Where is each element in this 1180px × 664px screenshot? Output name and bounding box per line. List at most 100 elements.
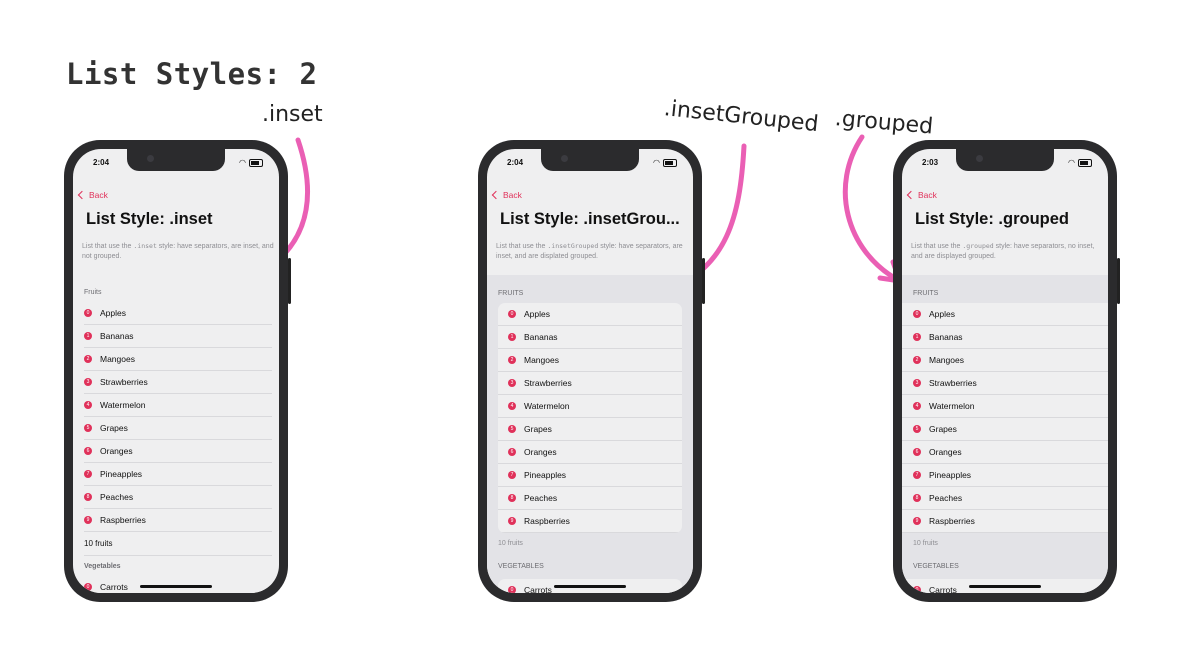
list-item[interactable]: 7 Pineapples — [902, 464, 1108, 487]
list-item[interactable]: 3 Strawberries — [498, 372, 682, 395]
chevron-left-icon — [906, 190, 916, 200]
number-badge-icon: 4 — [508, 402, 516, 410]
list-item[interactable]: 0 Apples — [498, 303, 682, 326]
status-icons: ◠ — [239, 158, 263, 167]
list-item[interactable]: 1 Bananas — [498, 326, 682, 349]
list-item[interactable]: 2 Mangoes — [902, 349, 1108, 372]
screen: 2:04 ◠ Back List Style: .inset List that… — [73, 149, 279, 593]
arrow-grouped — [842, 134, 901, 283]
number-badge-icon: 2 — [913, 356, 921, 364]
list-item-label: Mangoes — [100, 354, 135, 364]
status-icons: ◠ — [1068, 158, 1092, 167]
list-item[interactable]: 6 Oranges — [84, 440, 272, 463]
number-badge-icon: 3 — [84, 378, 92, 386]
side-button — [288, 258, 291, 304]
number-badge-icon: 4 — [913, 402, 921, 410]
section-header-vegetables: VEGETABLES — [498, 562, 544, 570]
number-badge-icon: 9 — [913, 517, 921, 525]
list-item[interactable]: 3 Strawberries — [902, 372, 1108, 395]
list-item[interactable]: 4 Watermelon — [902, 395, 1108, 418]
description: List that use the .insetGrouped style: h… — [496, 242, 683, 260]
number-badge-icon: 8 — [913, 494, 921, 502]
list-item[interactable]: 1 Bananas — [84, 325, 272, 348]
list-item[interactable]: 9 Raspberries — [902, 510, 1108, 533]
back-button[interactable]: Back — [491, 190, 522, 200]
list: FRUITS 0 Apples 1 Bananas 2 Mangoes 3 Strawberr… — [902, 275, 1108, 593]
section-header-fruits: FRUITS — [498, 289, 524, 297]
list-item[interactable]: 9 Raspberries — [498, 510, 682, 533]
notch — [127, 149, 225, 171]
list-item[interactable]: 3 Strawberries — [84, 371, 272, 394]
list-item[interactable]: 8 Peaches — [84, 486, 272, 509]
list-item[interactable]: 6 Oranges — [902, 441, 1108, 464]
number-badge-icon: 8 — [84, 493, 92, 501]
list-item[interactable]: 5 Grapes — [498, 418, 682, 441]
list-item-label: Bananas — [929, 332, 963, 342]
number-badge-icon: 1 — [913, 333, 921, 341]
notch — [956, 149, 1054, 171]
status-time: 2:03 — [922, 158, 939, 167]
chevron-left-icon — [77, 190, 87, 200]
side-button — [1117, 258, 1120, 304]
list: FRUITS 0 Apples 1 Bananas 2 Mangoes 3 Strawberr… — [487, 275, 693, 593]
list-item-label: Mangoes — [929, 355, 964, 365]
list-item[interactable]: 4 Watermelon — [84, 394, 272, 417]
number-badge-icon: 7 — [913, 471, 921, 479]
battery-icon — [249, 158, 263, 167]
chevron-left-icon — [491, 190, 501, 200]
list-item[interactable]: 9 Raspberries — [84, 509, 272, 532]
list-item[interactable]: 6 Oranges — [498, 441, 682, 464]
list-item-label: Grapes — [524, 424, 552, 434]
list-item[interactable]: 8 Peaches — [902, 487, 1108, 510]
list-item-label: Pineapples — [100, 469, 143, 479]
number-badge-icon: 5 — [508, 425, 516, 433]
number-badge-icon: 6 — [508, 448, 516, 456]
side-button — [702, 258, 705, 304]
number-badge-icon: 8 — [508, 494, 516, 502]
number-badge-icon: 1 — [84, 332, 92, 340]
list-item[interactable]: 0 Apples — [84, 302, 272, 325]
fruits-footer: 10 fruits — [913, 539, 938, 547]
camera — [976, 155, 983, 162]
back-label: Back — [89, 190, 108, 200]
description: List that use the .inset style: have sep… — [82, 242, 274, 260]
number-badge-icon: 2 — [508, 356, 516, 364]
list-item-label: Raspberries — [100, 515, 146, 525]
number-badge-icon: 9 — [84, 516, 92, 524]
list-item[interactable]: 2 Mangoes — [498, 349, 682, 372]
back-button[interactable]: Back — [77, 190, 108, 200]
wifi-icon: ◠ — [1068, 158, 1075, 167]
list-item[interactable]: 7 Pineapples — [498, 464, 682, 487]
home-indicator[interactable] — [554, 585, 626, 588]
status-time: 2:04 — [93, 158, 110, 167]
home-indicator[interactable] — [969, 585, 1041, 588]
back-label: Back — [918, 190, 937, 200]
number-badge-icon: 5 — [913, 425, 921, 433]
list-item[interactable]: 5 Grapes — [84, 417, 272, 440]
number-badge-icon: 6 — [913, 448, 921, 456]
page-title: List Style: .inset — [86, 210, 213, 228]
list-item[interactable]: 4 Watermelon — [498, 395, 682, 418]
list-item-label: Mangoes — [524, 355, 559, 365]
status-icons: ◠ — [653, 158, 677, 167]
section-header-fruits: Fruits — [84, 289, 102, 296]
list-item[interactable]: 1 Bananas — [902, 326, 1108, 349]
back-label: Back — [503, 190, 522, 200]
list-item[interactable]: 5 Grapes — [902, 418, 1108, 441]
fruits-footer: 10 fruits — [84, 532, 272, 556]
wifi-icon: ◠ — [653, 158, 660, 167]
list-item[interactable]: 7 Pineapples — [84, 463, 272, 486]
list-item[interactable]: 0 Apples — [902, 303, 1108, 326]
list-item[interactable]: 8 Peaches — [498, 487, 682, 510]
description: List that use the .grouped style: have s… — [911, 242, 1095, 260]
list-item-label: Bananas — [100, 331, 134, 341]
list-item-label: Peaches — [100, 492, 134, 502]
list-item-label: Watermelon — [100, 400, 146, 410]
number-badge-icon: 2 — [84, 355, 92, 363]
list-item-label: Strawberries — [929, 378, 977, 388]
home-indicator[interactable] — [140, 585, 212, 588]
list: Fruits 0 Apples 1 Bananas 2 Mangoes 3 Strawberr… — [84, 283, 272, 593]
back-button[interactable]: Back — [906, 190, 937, 200]
list-item[interactable]: 2 Mangoes — [84, 348, 272, 371]
fruit-rows: 0 Apples 1 Bananas 2 Mangoes 3 Strawberries 4 Wat… — [902, 303, 1108, 533]
